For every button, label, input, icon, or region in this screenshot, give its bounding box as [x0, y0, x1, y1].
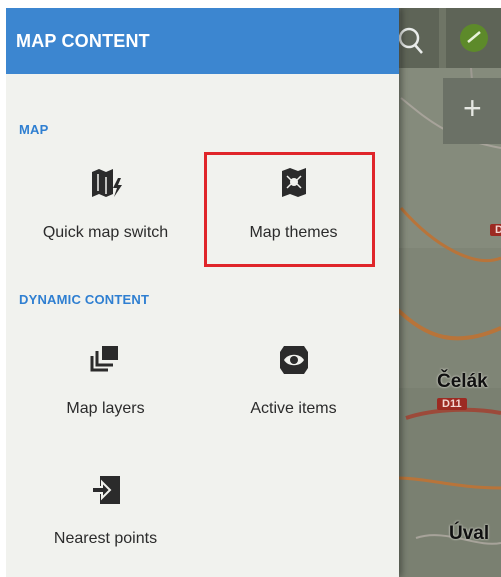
map-label-uval: Úval: [449, 523, 490, 544]
map-themes-highlight: [204, 152, 375, 267]
active-items-icon: [274, 338, 314, 382]
quick-map-switch-icon: [86, 162, 126, 206]
active-items-label: Active items: [250, 400, 337, 417]
road-badge-d11: D11: [437, 398, 467, 410]
nearest-points-icon: [86, 468, 126, 512]
app-frame: + D Čelák D11 Úval MAP CONTENT MAP Quick…: [6, 8, 501, 577]
section-title-dynamic-content: DYNAMIC CONTENT: [19, 292, 150, 307]
map-layers-button[interactable]: Map layers: [12, 334, 199, 434]
road-badge-d: D: [490, 224, 501, 236]
quick-map-switch-label: Quick map switch: [42, 224, 169, 241]
section-title-map: MAP: [19, 122, 49, 137]
gps-icon: [460, 24, 488, 52]
zoom-in-icon: +: [463, 90, 482, 126]
drawer-header: MAP CONTENT: [6, 8, 399, 74]
map-content-drawer: MAP CONTENT MAP Quick map switch Map the…: [6, 8, 399, 577]
map-gps-button[interactable]: [446, 8, 501, 68]
search-icon: [399, 27, 423, 54]
nearest-points-button[interactable]: Nearest points: [12, 464, 199, 564]
nearest-points-label: Nearest points: [53, 530, 158, 547]
map-layers-label: Map layers: [66, 400, 145, 417]
zoom-in-button[interactable]: +: [443, 78, 501, 144]
active-items-button[interactable]: Active items: [200, 334, 387, 434]
quick-map-switch-button[interactable]: Quick map switch: [12, 158, 199, 258]
map-layers-icon: [86, 338, 126, 382]
map-search-button[interactable]: [399, 8, 439, 68]
drawer-title: MAP CONTENT: [16, 30, 150, 51]
map-label-celak: Čelák: [437, 371, 488, 392]
